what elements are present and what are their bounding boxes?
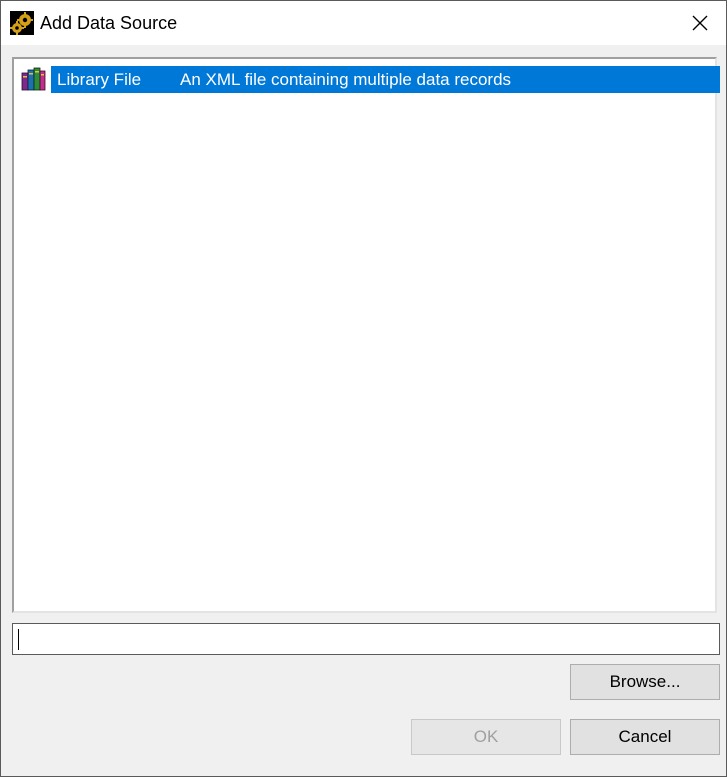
close-icon <box>692 15 708 31</box>
list-item-name: Library File <box>57 70 142 89</box>
title-bar[interactable]: Add Data Source <box>1 1 726 45</box>
list-item-selection: Library File An XML file containing mult… <box>51 66 720 93</box>
ok-button[interactable]: OK <box>411 719 561 755</box>
browse-button[interactable]: Browse... <box>570 664 720 700</box>
text-caret <box>18 629 19 650</box>
list-item[interactable]: Library File An XML file containing mult… <box>20 66 720 93</box>
list-item-description: An XML file containing multiple data rec… <box>180 70 512 89</box>
data-source-list[interactable]: Library File An XML file containing mult… <box>12 57 720 613</box>
path-input[interactable] <box>12 623 720 655</box>
gears-icon <box>10 11 34 35</box>
books-icon <box>20 67 46 91</box>
add-data-source-dialog: Add Data Source Library File An XML file… <box>0 0 727 777</box>
close-button[interactable] <box>680 7 720 39</box>
window-title: Add Data Source <box>40 13 178 33</box>
cancel-button[interactable]: Cancel <box>570 719 720 755</box>
